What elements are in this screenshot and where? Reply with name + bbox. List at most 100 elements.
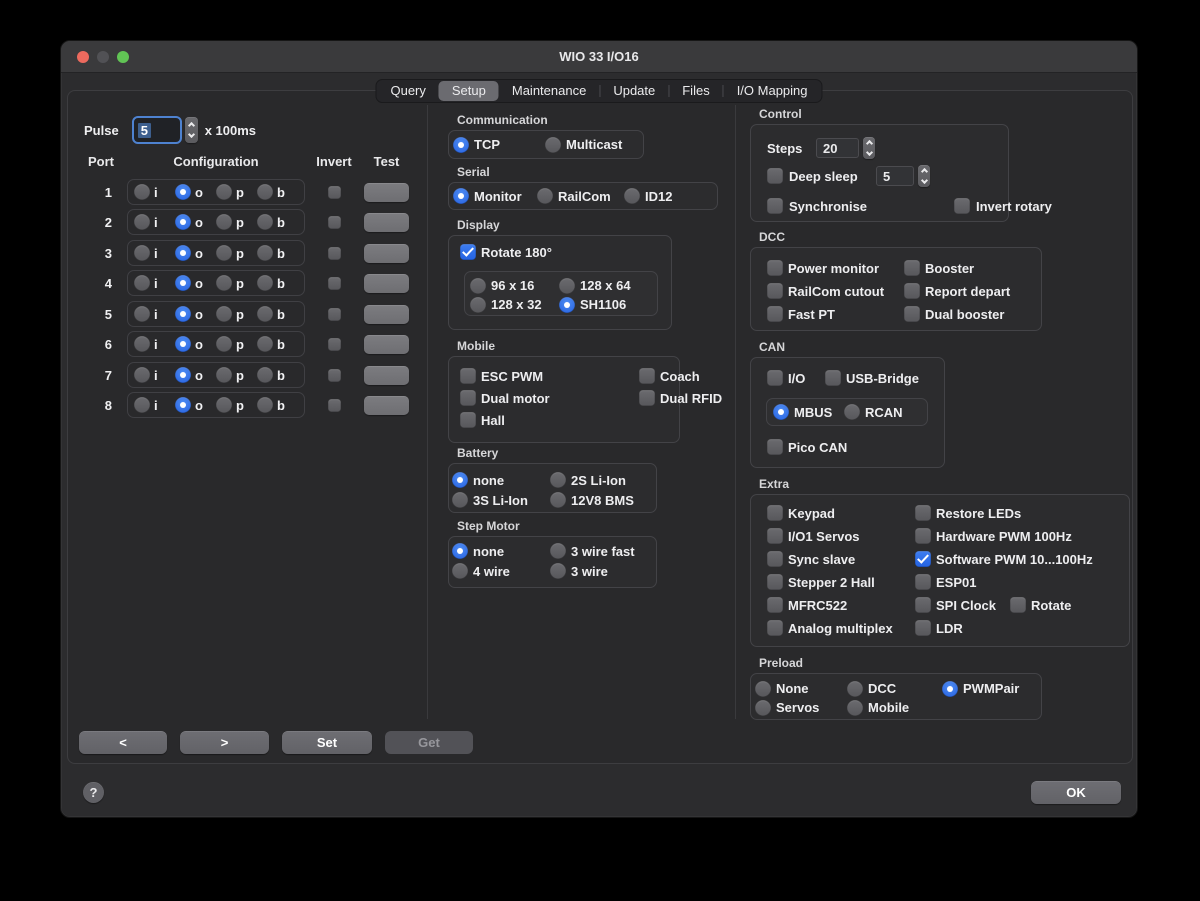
option-label[interactable]: RailCom cutout (788, 284, 884, 299)
option-label[interactable]: USB-Bridge (846, 371, 919, 386)
radio-icon[interactable] (134, 275, 150, 291)
radio-icon[interactable] (216, 306, 232, 322)
option-label[interactable]: 3 wire fast (571, 544, 635, 559)
radio-icon[interactable] (134, 245, 150, 261)
hardware-pwm-100hz-checkbox[interactable]: Hardware PWM 100Hz (915, 528, 1129, 544)
option-label[interactable]: Booster (925, 261, 974, 276)
checkbox-icon[interactable] (915, 620, 931, 636)
usb-bridge-checkbox[interactable]: USB-Bridge (825, 370, 919, 386)
radio-icon[interactable] (257, 306, 273, 322)
port-3-option-b[interactable]: b (257, 245, 298, 261)
port-4-option-b[interactable]: b (257, 275, 298, 291)
railcom-cutout-checkbox[interactable]: RailCom cutout (767, 283, 904, 299)
option-label[interactable]: Multicast (566, 137, 622, 152)
option-label[interactable]: b (277, 185, 285, 200)
option-label[interactable]: 3 wire (571, 564, 608, 579)
port-8-invert-checkbox[interactable] (328, 399, 341, 412)
radio-icon[interactable] (175, 275, 191, 291)
port-4-option-i[interactable]: i (134, 275, 175, 291)
stepper-up-icon[interactable] (188, 122, 195, 129)
option-label[interactable]: Mobile (868, 700, 909, 715)
option-label[interactable]: p (236, 185, 244, 200)
pulse-input[interactable]: 5 (132, 116, 182, 144)
mbus-radio[interactable]: MBUS (773, 404, 844, 420)
fast-pt-checkbox[interactable]: Fast PT (767, 306, 904, 322)
checkbox-icon[interactable] (915, 551, 931, 567)
option-label[interactable]: i (154, 185, 158, 200)
steps-input[interactable]: 20 (816, 138, 859, 158)
radio-icon[interactable] (847, 700, 863, 716)
port-1-option-i[interactable]: i (134, 184, 175, 200)
spi-clock-checkbox[interactable]: SPI Clock (915, 597, 996, 613)
port-7-option-o[interactable]: o (175, 367, 216, 383)
option-label[interactable]: ESC PWM (481, 369, 543, 384)
radio-icon[interactable] (216, 275, 232, 291)
option-label[interactable]: 96 x 16 (491, 278, 534, 293)
checkbox-icon[interactable] (767, 574, 783, 590)
radio-icon[interactable] (470, 278, 486, 294)
checkbox-icon[interactable] (767, 620, 783, 636)
radio-icon[interactable] (134, 397, 150, 413)
id12-radio[interactable]: ID12 (624, 188, 717, 204)
radio-icon[interactable] (175, 306, 191, 322)
option-label[interactable]: Fast PT (788, 307, 835, 322)
option-label[interactable]: i (154, 215, 158, 230)
checkbox-icon[interactable] (915, 528, 931, 544)
radio-icon[interactable] (216, 214, 232, 230)
tab-maintenance[interactable]: Maintenance (499, 81, 599, 101)
checkbox-icon[interactable] (460, 412, 476, 428)
radio-icon[interactable] (942, 681, 958, 697)
minimize-button[interactable] (97, 51, 109, 63)
checkbox-icon[interactable] (767, 370, 783, 386)
option-label[interactable]: Keypad (788, 506, 835, 521)
option-label[interactable]: p (236, 337, 244, 352)
radio-icon[interactable] (134, 306, 150, 322)
option-label[interactable]: o (195, 215, 203, 230)
rotate-checkbox[interactable]: Rotate (1010, 597, 1071, 613)
port-2-option-b[interactable]: b (257, 214, 298, 230)
port-4-option-p[interactable]: p (216, 275, 257, 291)
option-label[interactable]: I/O1 Servos (788, 529, 860, 544)
option-label[interactable]: ESP01 (936, 575, 976, 590)
option-label[interactable]: b (277, 307, 285, 322)
port-5-option-b[interactable]: b (257, 306, 298, 322)
port-5-option-o[interactable]: o (175, 306, 216, 322)
option-label[interactable]: i (154, 276, 158, 291)
radio-icon[interactable] (257, 367, 273, 383)
port-8-option-b[interactable]: b (257, 397, 298, 413)
radio-icon[interactable] (559, 297, 575, 313)
radio-icon[interactable] (453, 137, 469, 153)
option-label[interactable]: 3S Li-Ion (473, 493, 528, 508)
option-label[interactable]: o (195, 368, 203, 383)
option-label[interactable]: DCC (868, 681, 896, 696)
multicast-radio[interactable]: Multicast (545, 137, 643, 153)
option-label[interactable]: MBUS (794, 405, 832, 420)
checkbox-icon[interactable] (915, 574, 931, 590)
port-3-option-i[interactable]: i (134, 245, 175, 261)
radio-icon[interactable] (559, 278, 575, 294)
synchronise-checkbox[interactable] (767, 198, 783, 214)
option-label[interactable]: 128 x 32 (491, 297, 542, 312)
stepper-down-icon[interactable] (188, 131, 195, 138)
port-7-option-p[interactable]: p (216, 367, 257, 383)
keypad-checkbox[interactable]: Keypad (767, 505, 915, 521)
tab-query[interactable]: Query (377, 81, 438, 101)
port-8-option-o[interactable]: o (175, 397, 216, 413)
next-port-button[interactable]: > (180, 731, 269, 754)
prev-port-button[interactable]: < (79, 731, 167, 754)
128-x-64-radio[interactable]: 128 x 64 (559, 278, 657, 294)
port-5-invert-checkbox[interactable] (328, 308, 341, 321)
tab-files[interactable]: Files (669, 81, 722, 101)
port-2-option-p[interactable]: p (216, 214, 257, 230)
dual-booster-checkbox[interactable]: Dual booster (904, 306, 1041, 322)
option-label[interactable]: p (236, 398, 244, 413)
radio-icon[interactable] (134, 184, 150, 200)
radio-icon[interactable] (216, 397, 232, 413)
option-label[interactable]: MFRC522 (788, 598, 847, 613)
rotate-180-checkbox[interactable]: Rotate 180° (460, 244, 671, 260)
port-7-option-i[interactable]: i (134, 367, 175, 383)
rcan-radio[interactable]: RCAN (844, 404, 903, 420)
radio-icon[interactable] (452, 563, 468, 579)
stepper-down-icon[interactable] (865, 149, 872, 156)
checkbox-icon[interactable] (1010, 597, 1026, 613)
